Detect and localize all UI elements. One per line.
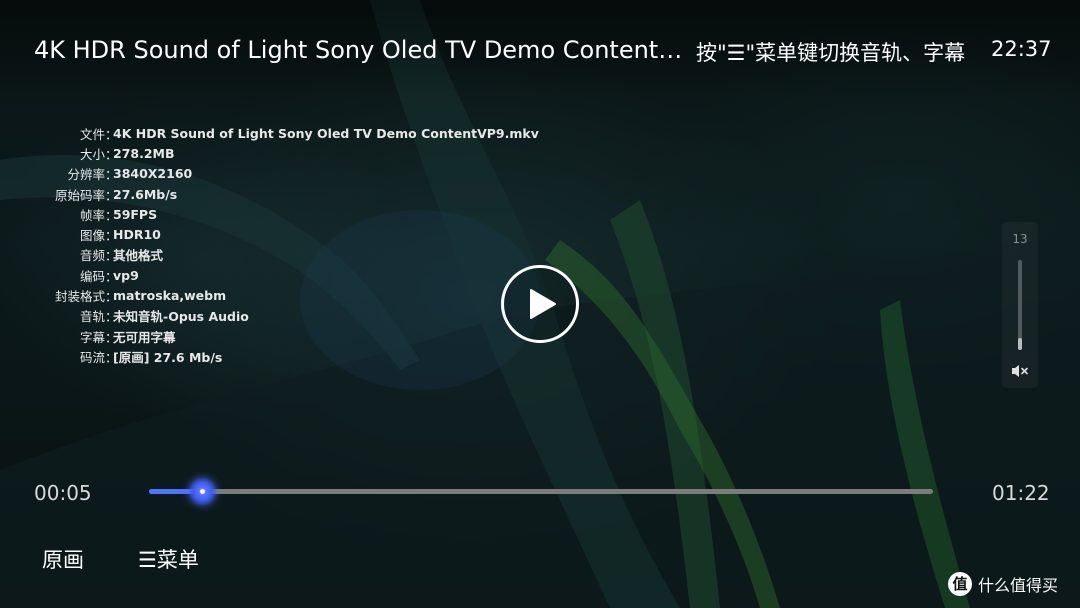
media-info-value: 3840X2160 xyxy=(113,166,193,182)
menu-button[interactable]: ☰菜单 xyxy=(138,544,199,574)
media-info-value: 278.2MB xyxy=(113,145,175,161)
current-time: 00:05 xyxy=(34,481,92,505)
media-info-label: 分辨率 xyxy=(67,167,105,183)
volume-slider-fill xyxy=(1018,338,1022,350)
media-info-separator: ： xyxy=(105,329,118,345)
quality-original-button[interactable]: 原画 xyxy=(42,544,84,574)
media-info-label: 音轨 xyxy=(79,309,105,325)
media-info-label: 字幕 xyxy=(79,329,105,345)
media-info-separator: ： xyxy=(105,248,118,264)
media-info-row: 码流： [原画] 27.6 Mb/s xyxy=(20,346,540,366)
media-info-separator: ： xyxy=(105,126,118,142)
video-title: 4K HDR Sound of Light Sony Oled TV Demo … xyxy=(34,36,683,64)
media-info-label: 文件 xyxy=(79,126,105,142)
media-info-separator: ： xyxy=(105,228,118,244)
media-info-separator: ： xyxy=(105,309,118,325)
media-info-value: 未知音轨-Opus Audio xyxy=(113,309,249,325)
media-info-separator: ： xyxy=(105,289,118,305)
clock: 22:37 xyxy=(991,37,1052,61)
media-info-panel: 文件： 4K HDR Sound of Light Sony Oled TV De… xyxy=(20,123,540,367)
media-info-value: matroska,webm xyxy=(113,288,227,304)
media-info-value: vp9 xyxy=(113,267,139,283)
video-player-screen[interactable]: 4K HDR Sound of Light Sony Oled TV Demo … xyxy=(0,0,1080,608)
media-info-label: 码流 xyxy=(79,349,105,365)
media-info-label: 图像 xyxy=(79,228,105,244)
media-info-separator: ： xyxy=(105,349,118,365)
media-info-separator: ： xyxy=(105,167,118,183)
volume-panel: 13 xyxy=(1002,222,1038,388)
media-info-separator: ： xyxy=(105,146,118,162)
volume-level-value: 13 xyxy=(1012,232,1028,246)
media-info-label: 编码 xyxy=(79,268,105,284)
media-info-row: 音轨：未知音轨-Opus Audio xyxy=(20,306,540,326)
play-button[interactable] xyxy=(501,265,579,343)
volume-slider[interactable] xyxy=(1018,260,1022,350)
media-info-value: 59FPS xyxy=(113,206,158,222)
media-info-separator: ： xyxy=(105,187,118,203)
media-info-row: 音频：其他格式 xyxy=(20,245,540,265)
media-info-value: 无可用字幕 xyxy=(113,329,176,345)
play-icon xyxy=(530,289,556,319)
media-info-value: 27.6Mb/s xyxy=(113,186,178,202)
media-info-label: 帧率 xyxy=(79,207,105,223)
media-info-row: 帧率： 59FPS xyxy=(20,204,540,224)
media-info-row: 大小： 278.2MB xyxy=(20,143,540,163)
media-info-row: 图像： HDR10 xyxy=(20,224,540,244)
media-info-value: HDR10 xyxy=(113,227,161,243)
watermark-logo: 值 xyxy=(948,572,972,596)
watermark-text: 什么值得买 xyxy=(978,576,1059,595)
media-info-value: [原画] 27.6 Mb/s xyxy=(113,349,223,365)
media-info-value: 其他格式 xyxy=(113,248,164,264)
media-info-row: 封装格式： matroska,webm xyxy=(20,285,540,305)
total-duration: 01:22 xyxy=(992,481,1050,505)
volume-mute-icon[interactable] xyxy=(1011,363,1029,379)
media-info-row: 原始码率： 27.6Mb/s xyxy=(20,184,540,204)
media-info-row: 字幕：无可用字幕 xyxy=(20,326,540,346)
media-info-row: 分辨率： 3840X2160 xyxy=(20,164,540,184)
watermark: 值 什么值得买 xyxy=(948,572,1058,596)
media-info-value: 4K HDR Sound of Light Sony Oled TV Demo … xyxy=(113,125,539,141)
seek-bar[interactable] xyxy=(149,478,933,505)
media-info-separator: ： xyxy=(105,268,118,284)
media-info-label: 原始码率 xyxy=(54,187,105,203)
menu-key-hint: 按"☰"菜单键切换音轨、字幕 xyxy=(696,41,966,65)
media-info-separator: ： xyxy=(105,207,118,223)
media-info-label: 音频 xyxy=(79,248,105,264)
media-info-label: 大小 xyxy=(79,146,105,162)
media-info-label: 封装格式 xyxy=(54,289,105,305)
top-bar: 4K HDR Sound of Light Sony Oled TV Demo … xyxy=(0,0,1080,100)
media-info-row: 文件： 4K HDR Sound of Light Sony Oled TV De… xyxy=(20,123,540,143)
media-info-row: 编码： vp9 xyxy=(20,265,540,285)
